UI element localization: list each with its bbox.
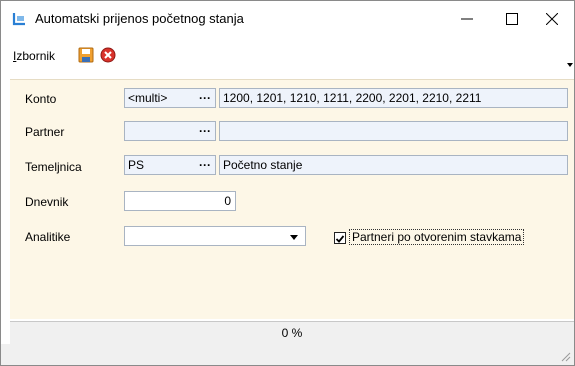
konto-label: Konto [25, 92, 57, 106]
toolbar-overflow-icon[interactable] [567, 63, 573, 67]
close-button[interactable] [532, 5, 572, 33]
bottom-status-strip [1, 344, 574, 365]
partneri-checkbox[interactable] [334, 232, 346, 244]
app-icon [12, 13, 25, 26]
chevron-down-icon[interactable] [290, 235, 298, 240]
save-icon[interactable] [78, 47, 94, 63]
menu-izbornik[interactable]: Izbornik [13, 49, 55, 63]
analitike-label: Analitike [25, 230, 71, 244]
maximize-button[interactable] [492, 5, 532, 33]
temeljnica-browse-button[interactable]: ··· [195, 156, 215, 174]
konto-browse-button[interactable]: ··· [195, 89, 215, 107]
temeljnica-label: Temeljnica [25, 160, 82, 174]
dnevnik-label: Dnevnik [25, 195, 69, 209]
temeljnica-value-field[interactable]: Početno stanje [219, 155, 568, 175]
maximize-icon [506, 13, 518, 25]
partneri-checkbox-label[interactable]: Partneri po otvorenim stavkama [349, 229, 525, 245]
partner-browse-button[interactable]: ··· [195, 122, 215, 140]
resize-grip-icon[interactable] [559, 350, 571, 362]
analitike-select[interactable] [124, 226, 306, 246]
cancel-icon[interactable] [100, 47, 116, 63]
title-bar[interactable]: Automatski prijenos početnog stanja [1, 1, 574, 37]
menu-bar: Izbornik [1, 37, 574, 79]
konto-value-field[interactable]: 1200, 1201, 1210, 1211, 2200, 2201, 2210… [219, 88, 568, 108]
window-title: Automatski prijenos početnog stanja [35, 11, 244, 26]
dnevnik-field[interactable]: 0 [124, 191, 236, 211]
minimize-button[interactable] [447, 5, 487, 33]
dialog-window: Automatski prijenos početnog stanja Izbo… [0, 0, 575, 366]
progress-text: 0 % [281, 326, 303, 340]
partner-label: Partner [25, 125, 65, 139]
checkmark-icon [335, 235, 345, 243]
partner-value-field[interactable] [219, 121, 568, 141]
close-icon [546, 13, 558, 25]
form-panel [10, 79, 574, 319]
progress-bar: 0 % [10, 321, 574, 345]
minimize-icon [461, 18, 473, 20]
